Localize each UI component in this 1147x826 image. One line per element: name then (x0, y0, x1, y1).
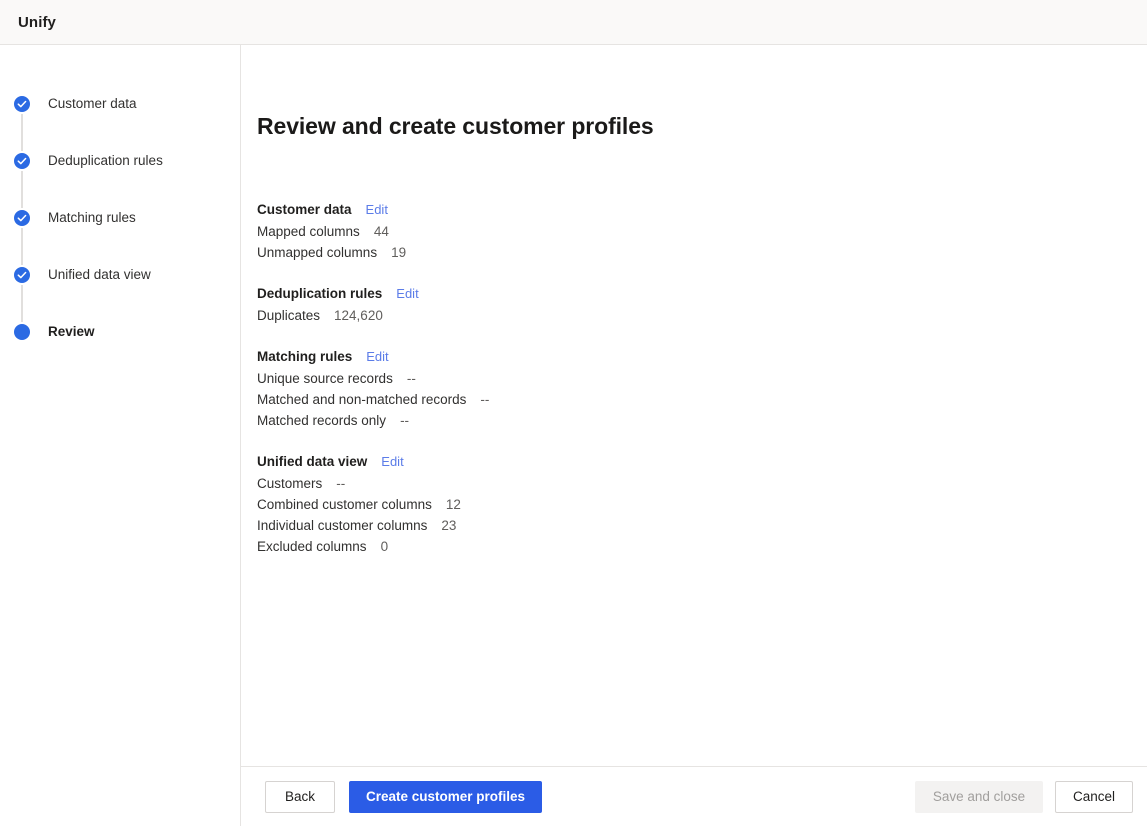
step-label: Customer data (48, 95, 137, 112)
check-icon (14, 153, 30, 169)
step-label: Review (48, 323, 95, 340)
wizard-step-customer-data[interactable]: Customer data (14, 95, 240, 152)
edit-link[interactable]: Edit (381, 454, 403, 469)
stat-row: Matched records only -- (257, 410, 1147, 431)
step-marker (14, 96, 30, 112)
step-connector-line (21, 171, 23, 208)
step-marker (14, 324, 30, 340)
stat-value: -- (407, 368, 416, 389)
wizard-step-review[interactable]: Review (14, 323, 240, 340)
stat-row: Mapped columns 44 (257, 221, 1147, 242)
unify-wizard-window: Unify Customer data Deduplication rules Ma… (0, 0, 1147, 826)
step-connector-line (21, 228, 23, 265)
section-header: Unified data view Edit (257, 454, 1147, 469)
edit-link[interactable]: Edit (366, 202, 388, 217)
step-connector-line (21, 114, 23, 151)
stat-row: Combined customer columns 12 (257, 494, 1147, 515)
stat-value: 19 (391, 242, 406, 263)
stat-value: 124,620 (334, 305, 383, 326)
app-header: Unify (0, 0, 1147, 45)
summary-section: Matching rulesEditUnique source records-… (257, 349, 1147, 431)
wizard-sidebar: Customer data Deduplication rules Matching… (0, 45, 241, 826)
check-icon (14, 267, 30, 283)
stat-row: Duplicates 124,620 (257, 305, 1147, 326)
page-title: Review and create customer profiles (257, 113, 1147, 140)
section-title: Matching rules (257, 349, 352, 364)
section-title: Customer data (257, 202, 352, 217)
review-content: Review and create customer profiles Cust… (241, 45, 1147, 766)
stat-value: 0 (381, 536, 389, 557)
check-icon (14, 96, 30, 112)
create-customer-profiles-button[interactable]: Create customer profiles (349, 781, 542, 813)
wizard-step-unified-data-view[interactable]: Unified data view (14, 266, 240, 323)
app-title: Unify (18, 14, 56, 31)
stat-label: Customers (257, 473, 322, 494)
stat-label: Matched and non-matched records (257, 389, 466, 410)
step-marker (14, 153, 30, 169)
step-marker (14, 210, 30, 226)
section-title: Unified data view (257, 454, 367, 469)
stat-row: Individual customer columns 23 (257, 515, 1147, 536)
step-label: Unified data view (48, 266, 151, 283)
stat-row: Unmapped columns 19 (257, 242, 1147, 263)
wizard-step-matching-rules[interactable]: Matching rules (14, 209, 240, 266)
step-marker (14, 267, 30, 283)
stat-label: Individual customer columns (257, 515, 427, 536)
filled-dot-icon (14, 324, 30, 340)
stat-label: Mapped columns (257, 221, 360, 242)
edit-link[interactable]: Edit (396, 286, 418, 301)
main-panel: Review and create customer profiles Cust… (241, 45, 1147, 826)
footer-right-actions: Save and close Cancel (915, 781, 1133, 813)
edit-link[interactable]: Edit (366, 349, 388, 364)
section-header: Customer data Edit (257, 202, 1147, 217)
save-and-close-button: Save and close (915, 781, 1043, 813)
step-label: Matching rules (48, 209, 136, 226)
wizard-step-deduplication-rules[interactable]: Deduplication rules (14, 152, 240, 209)
stat-value: 44 (374, 221, 389, 242)
stat-label: Duplicates (257, 305, 320, 326)
stat-label: Combined customer columns (257, 494, 432, 515)
stat-row: Excluded columns 0 (257, 536, 1147, 557)
footer-left-actions: Back Create customer profiles (265, 781, 542, 813)
stat-value: -- (336, 473, 345, 494)
check-icon (14, 210, 30, 226)
wizard-step-list: Customer data Deduplication rules Matching… (0, 95, 240, 340)
summary-section: Unified data view Edit Customers --Combined… (257, 454, 1147, 557)
summary-sections: Customer data Edit Mapped columns 44Unmappe… (257, 202, 1147, 557)
section-header: Deduplication rules Edit (257, 286, 1147, 301)
window-body: Customer data Deduplication rules Matching… (0, 45, 1147, 826)
step-connector-line (21, 285, 23, 322)
stat-row: Unique source records -- (257, 368, 1147, 389)
wizard-footer: Back Create customer profiles Save and c… (241, 766, 1147, 826)
stat-row: Customers -- (257, 473, 1147, 494)
summary-section: Deduplication rules Edit Duplicates 124,620 (257, 286, 1147, 326)
stat-value: -- (480, 389, 489, 410)
section-title: Deduplication rules (257, 286, 382, 301)
stat-value: -- (400, 410, 409, 431)
cancel-button[interactable]: Cancel (1055, 781, 1133, 813)
back-button[interactable]: Back (265, 781, 335, 813)
section-header: Matching rules Edit (257, 349, 1147, 364)
stat-label: Matched records only (257, 410, 386, 431)
stat-label: Excluded columns (257, 536, 367, 557)
stat-value: 23 (441, 515, 456, 536)
summary-section: Customer data Edit Mapped columns 44Unmappe… (257, 202, 1147, 263)
stat-row: Matched and non-matched records -- (257, 389, 1147, 410)
stat-label: Unique source records (257, 368, 393, 389)
stat-value: 12 (446, 494, 461, 515)
stat-label: Unmapped columns (257, 242, 377, 263)
step-label: Deduplication rules (48, 152, 163, 169)
